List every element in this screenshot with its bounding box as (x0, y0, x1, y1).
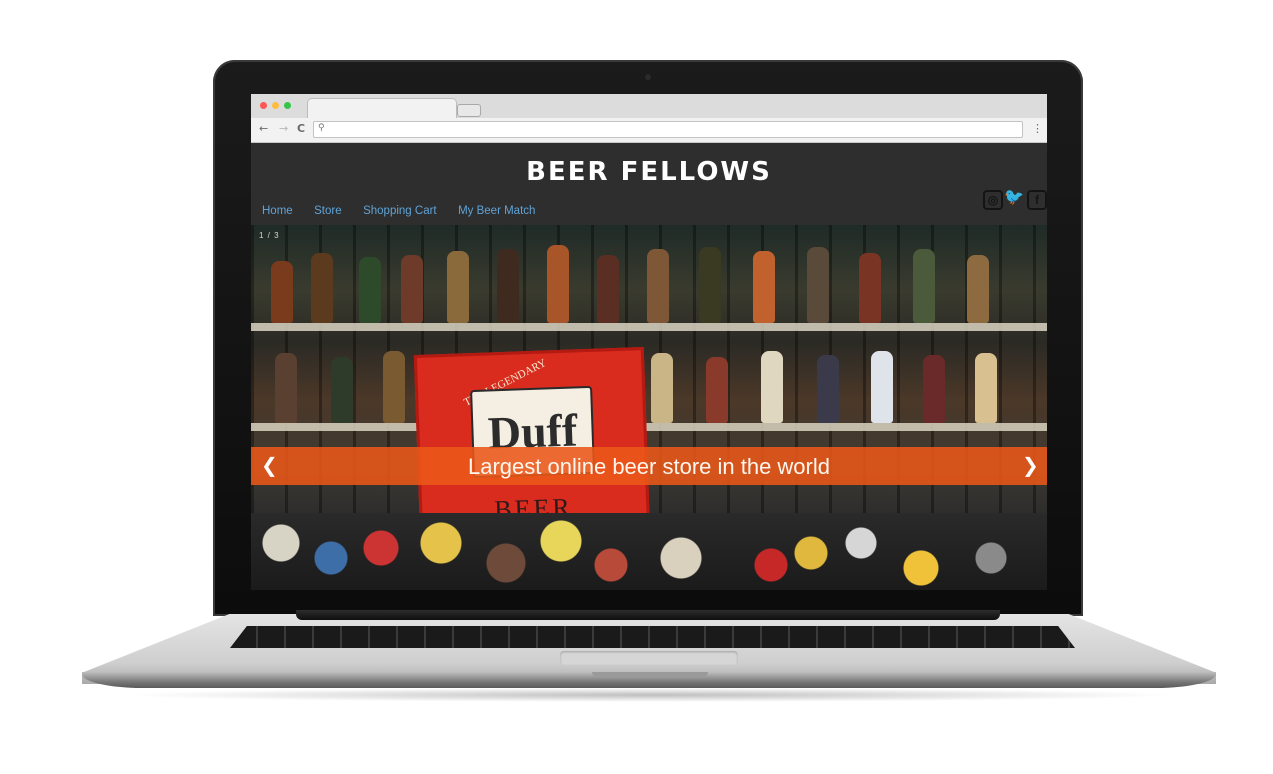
bottle (859, 253, 881, 323)
site-header: BEER FELLOWS Home Store Shopping Cart My… (251, 143, 1047, 225)
caption-band: Largest online beer store in the world ❮… (251, 447, 1047, 485)
browser-toolbar: ← → C ⚲ ⋮ (251, 118, 1047, 143)
search-icon: ⚲ (318, 123, 325, 133)
bottle (401, 255, 423, 323)
bottle (271, 261, 293, 323)
bottle (275, 353, 297, 423)
next-slide-button[interactable]: ❯ (1022, 453, 1039, 477)
laptop-shadow (120, 688, 1180, 702)
duff-beer-sign: THE LEGENDARY Duff BEER (413, 347, 651, 541)
hinge (296, 610, 1000, 620)
reload-icon[interactable]: C (297, 123, 305, 135)
nav-shopping-cart[interactable]: Shopping Cart (363, 205, 437, 217)
browser-window: ← → C ⚲ ⋮ BEER FELLOWS Home Store Shoppi… (251, 94, 1047, 590)
bottle (753, 251, 775, 323)
bottle (923, 355, 945, 423)
minimize-window-button[interactable] (272, 102, 279, 109)
bottle (647, 249, 669, 323)
slide-caption: Largest online beer store in the world (468, 454, 830, 479)
instagram-icon[interactable]: ◎ (983, 190, 1003, 210)
back-icon[interactable]: ← (259, 123, 268, 135)
site-logo[interactable]: BEER FELLOWS (251, 157, 1047, 187)
bottle (331, 357, 353, 423)
bottle (913, 249, 935, 323)
bottle (359, 257, 381, 323)
new-tab-button[interactable] (457, 104, 481, 117)
nav-home[interactable]: Home (262, 205, 293, 217)
prev-slide-button[interactable]: ❮ (261, 453, 278, 477)
close-window-button[interactable] (260, 102, 267, 109)
facebook-icon[interactable]: f (1027, 190, 1047, 210)
bottle (761, 351, 783, 423)
shelf (251, 323, 1047, 331)
bottle (817, 355, 839, 423)
maximize-window-button[interactable] (284, 102, 291, 109)
forward-icon[interactable]: → (279, 123, 288, 135)
twitter-icon[interactable]: 🐦 (1004, 190, 1024, 210)
nav-my-beer-match[interactable]: My Beer Match (458, 205, 535, 217)
bottle (383, 351, 405, 423)
bottle (547, 245, 569, 323)
nav-store[interactable]: Store (314, 205, 342, 217)
bottle (447, 251, 469, 323)
browser-menu-icon[interactable]: ⋮ (1032, 122, 1043, 135)
main-nav: Home Store Shopping Cart My Beer Match (262, 201, 552, 219)
address-bar[interactable]: ⚲ (313, 121, 1023, 138)
slide-counter: 1 / 3 (259, 231, 280, 240)
shelf (251, 423, 1047, 431)
bottle (706, 357, 728, 423)
browser-tab[interactable] (307, 98, 457, 119)
bottle (311, 253, 333, 323)
lid-notch (592, 672, 708, 677)
bottle (651, 353, 673, 423)
bottle (975, 353, 997, 423)
hero-slideshow: THE LEGENDARY Duff BEER 1 / 3 Largest on… (251, 225, 1047, 590)
bottle (807, 247, 829, 323)
bottle (871, 351, 893, 423)
browser-tab-strip (251, 94, 1047, 119)
bottle (967, 255, 989, 323)
bottle (597, 255, 619, 323)
bottle (497, 249, 519, 323)
trackpad (560, 651, 738, 665)
keyboard (230, 626, 1075, 648)
webcam (645, 74, 651, 80)
bottle (699, 247, 721, 323)
bottle-caps (251, 513, 1047, 590)
